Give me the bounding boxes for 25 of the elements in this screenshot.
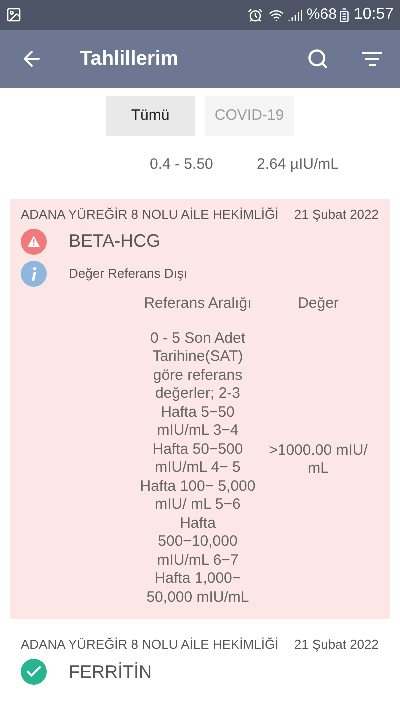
result-date: 21 Şubat 2022	[294, 206, 379, 224]
warning-icon	[21, 228, 47, 254]
battery-level: %68	[306, 4, 337, 25]
column-heading: Referans Aralığı	[143, 295, 253, 314]
search-icon	[307, 48, 329, 70]
institution-name: ADANA YÜREĞİR 8 NOLU AİLE HEKİMLİĞİ	[21, 636, 279, 654]
test-name: BETA-HCG	[69, 230, 161, 253]
reference-range: 0.4 - 5.50	[150, 155, 214, 175]
result-value: 2.64 µIU/mL	[257, 155, 340, 175]
alarm-icon	[248, 8, 263, 22]
reference-range: 0 - 5 Son Adet Tarihine(SAT) göre referans değerler; 2-3 Hafta 5−50 mIU/mL 3−4 Hafta 50−500 mIU/mL 4− 5 Hafta 100− 5,000 mIU/ mL 5−6 Hafta 500−10,000 mIU/mL 6−7 Hafta 1,000− 50,000 mIU/mL	[139, 330, 257, 607]
test-name: FERRİTİN	[69, 660, 152, 684]
info-icon	[21, 261, 47, 287]
gallery-icon	[6, 7, 22, 23]
filter-tab[interactable]: Tümü	[106, 96, 195, 136]
result-date: 21 Şubat 2022	[294, 636, 379, 654]
result-value: >1000.00 mIU/ mL	[268, 442, 369, 479]
check-icon	[21, 659, 47, 685]
signal-icon	[288, 8, 303, 22]
out-of-range-note: Değer Referans Dışı	[69, 265, 188, 284]
clock: 10:57	[354, 5, 394, 25]
column-heading: Değer	[297, 295, 340, 314]
institution-name: ADANA YÜREĞİR 8 NOLU AİLE HEKİMLİĞİ	[21, 206, 279, 224]
page-title: Tahlillerim	[80, 47, 180, 72]
wifi-icon	[268, 8, 284, 22]
